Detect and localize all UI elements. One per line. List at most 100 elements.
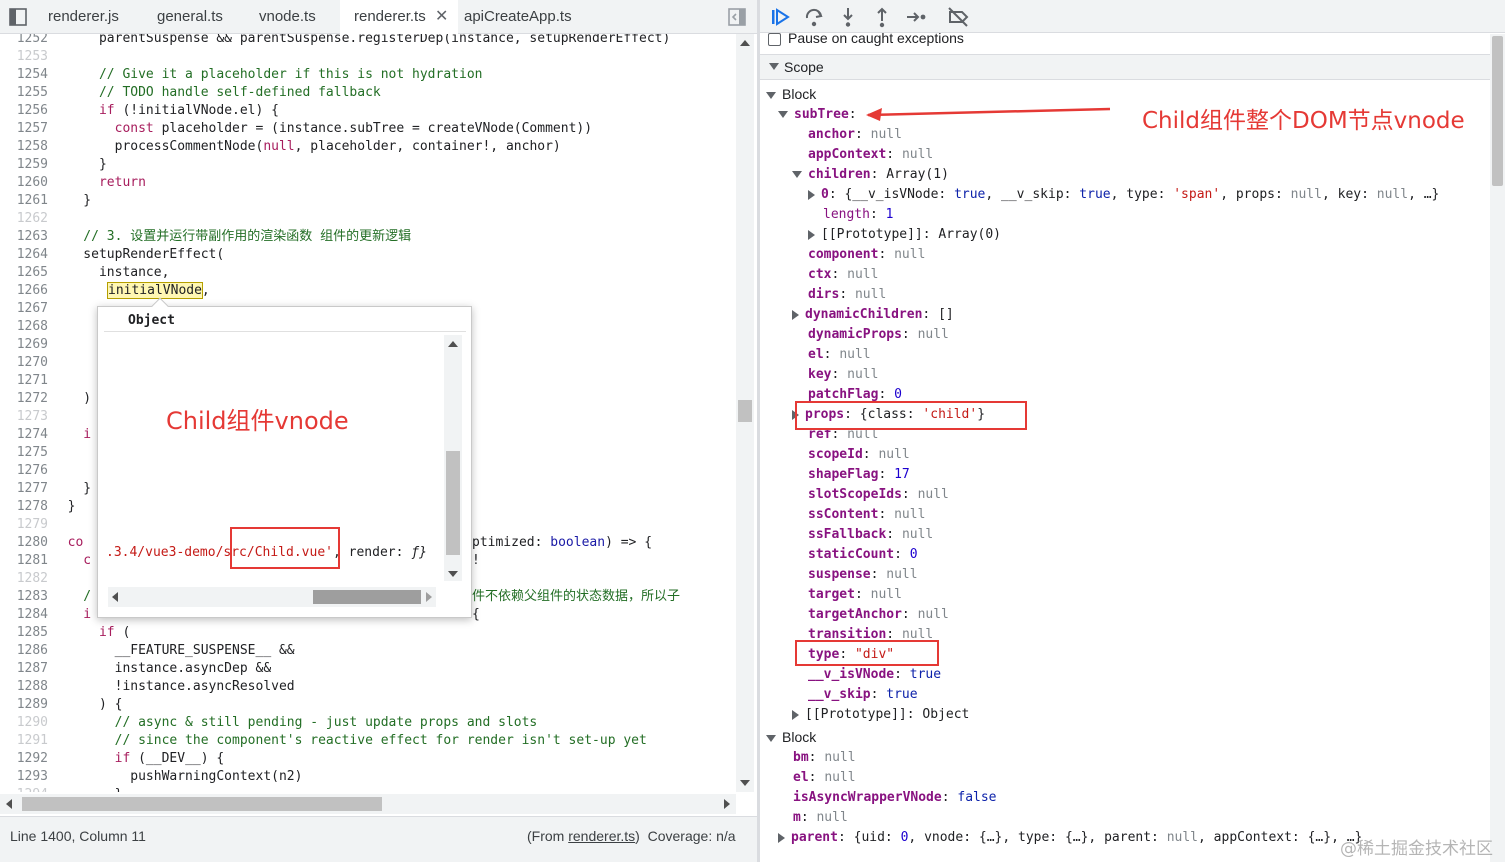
line-number[interactable]: 1257 [0, 120, 48, 138]
prop-dynamic-children[interactable]: dynamicChildren: [] [792, 305, 954, 325]
prop-row[interactable]: scopeId: null [808, 445, 910, 465]
line-number[interactable]: 1258 [0, 138, 48, 156]
prop-row[interactable]: key: null [808, 365, 878, 385]
line-number[interactable]: 1275 [0, 444, 48, 462]
scroll-up-icon[interactable] [740, 40, 750, 46]
deactivate-breakpoints-icon[interactable] [946, 5, 970, 29]
prop-subtree[interactable]: subTree: [778, 105, 857, 125]
hovered-identifier[interactable]: initialVNode [107, 282, 203, 299]
line-number-gutter[interactable]: 1252 1253 1254 1255 1256 1257 1258 1259 1260 1261… [0, 34, 52, 792]
scope-block[interactable]: Block [766, 84, 816, 104]
prop-row[interactable]: el: null [808, 345, 871, 365]
line-number[interactable]: 1252 [0, 34, 48, 48]
scrollbar-thumb[interactable] [1492, 36, 1503, 186]
prop-row[interactable]: ctx: null [808, 265, 878, 285]
prop-row[interactable]: staticCount: 0 [808, 545, 918, 565]
line-number[interactable]: 1253 [0, 48, 48, 66]
prop-prototype[interactable]: [[Prototype]]: Object [792, 705, 969, 725]
scope-section-header[interactable]: Scope [760, 54, 1505, 80]
line-number[interactable]: 1263 [0, 228, 48, 246]
line-number[interactable]: 1290 [0, 714, 48, 732]
line-number[interactable]: 1278 [0, 498, 48, 516]
scroll-right-icon[interactable] [724, 799, 730, 809]
collapse-debugger-icon[interactable] [727, 7, 747, 27]
prop-child-0[interactable]: 0: {__v_isVNode: true, __v_skip: true, t… [808, 185, 1439, 205]
prop-row[interactable]: el: null [793, 768, 856, 788]
navigator-toggle-icon[interactable] [8, 7, 28, 27]
step-icon[interactable] [904, 5, 928, 29]
line-number[interactable]: 1269 [0, 336, 48, 354]
prop-row[interactable]: suspense: null [808, 565, 918, 585]
prop-row[interactable]: length: 1 [823, 205, 893, 225]
scrollbar-thumb[interactable] [22, 797, 382, 811]
line-number[interactable]: 1266 [0, 282, 48, 300]
line-number[interactable]: 1284 [0, 606, 48, 624]
line-number[interactable]: 1256 [0, 102, 48, 120]
scrollbar-thumb[interactable] [313, 590, 421, 604]
tab-apicreateapp-ts[interactable]: apiCreateApp.ts [464, 0, 572, 34]
line-number[interactable]: 1264 [0, 246, 48, 264]
scroll-down-icon[interactable] [740, 780, 750, 786]
prop-row[interactable]: target: null [808, 585, 902, 605]
line-number[interactable]: 1274 [0, 426, 48, 444]
prop-parent[interactable]: parent: {uid: 0, vnode: {…}, type: {…}, … [778, 828, 1362, 848]
scroll-up-icon[interactable] [448, 341, 458, 347]
prop-row[interactable]: ssFallback: null [808, 525, 933, 545]
prop-row[interactable]: m: null [793, 808, 848, 828]
line-number[interactable]: 1294 [0, 786, 48, 792]
line-number[interactable]: 1273 [0, 408, 48, 426]
line-number[interactable]: 1291 [0, 732, 48, 750]
prop-row[interactable]: __v_skip: true [808, 685, 918, 705]
scroll-down-icon[interactable] [448, 571, 458, 577]
pause-on-caught-row[interactable]: Pause on caught exceptions [760, 30, 1505, 52]
line-number[interactable]: 1254 [0, 66, 48, 84]
source-file-link[interactable]: renderer.ts [568, 828, 635, 844]
line-number[interactable]: 1260 [0, 174, 48, 192]
popover-horizontal-scrollbar[interactable] [108, 587, 436, 607]
line-number[interactable]: 1267 [0, 300, 48, 318]
line-number[interactable]: 1265 [0, 264, 48, 282]
line-number[interactable]: 1277 [0, 480, 48, 498]
tab-general-ts[interactable]: general.ts [157, 0, 223, 34]
scope-block[interactable]: Block [766, 727, 816, 747]
tab-close-icon[interactable]: ✕ [435, 0, 448, 34]
prop-row[interactable]: isAsyncWrapperVNode: false [793, 788, 997, 808]
line-number[interactable]: 1272 [0, 390, 48, 408]
pause-on-caught-checkbox[interactable] [768, 33, 781, 46]
line-number[interactable]: 1286 [0, 642, 48, 660]
popover-vertical-scrollbar[interactable] [444, 335, 462, 581]
line-number[interactable]: 1255 [0, 84, 48, 102]
line-number[interactable]: 1283 [0, 588, 48, 606]
line-number[interactable]: 1281 [0, 552, 48, 570]
scope-vertical-scrollbar[interactable] [1490, 34, 1505, 862]
line-number[interactable]: 1261 [0, 192, 48, 210]
tab-renderer-js[interactable]: renderer.js [48, 0, 119, 34]
line-number[interactable]: 1288 [0, 678, 48, 696]
line-number[interactable]: 1280 [0, 534, 48, 552]
prop-prototype[interactable]: [[Prototype]]: Array(0) [808, 225, 1001, 245]
editor-vertical-scrollbar[interactable] [736, 34, 754, 792]
prop-row[interactable]: component: null [808, 245, 925, 265]
resume-icon[interactable] [768, 5, 792, 29]
prop-row[interactable]: targetAnchor: null [808, 605, 949, 625]
line-number[interactable]: 1293 [0, 768, 48, 786]
prop-children[interactable]: children: Array(1) [792, 165, 949, 185]
prop-row[interactable]: dynamicProps: null [808, 325, 949, 345]
line-number[interactable]: 1276 [0, 462, 48, 480]
prop-row[interactable]: __v_isVNode: true [808, 665, 941, 685]
scroll-right-icon[interactable] [426, 592, 432, 602]
step-over-icon[interactable] [802, 5, 826, 29]
line-number[interactable]: 1270 [0, 354, 48, 372]
line-number[interactable]: 1279 [0, 516, 48, 534]
editor-horizontal-scrollbar[interactable] [0, 794, 736, 814]
line-number[interactable]: 1292 [0, 750, 48, 768]
step-out-icon[interactable] [870, 5, 894, 29]
object-preview-popover[interactable]: Object Child组件vnode .3.4/vue3-demo/src/C… [97, 297, 472, 618]
tab-vnode-ts[interactable]: vnode.ts [259, 0, 316, 34]
scrollbar-thumb[interactable] [738, 400, 752, 422]
scroll-left-icon[interactable] [112, 592, 118, 602]
line-number[interactable]: 1289 [0, 696, 48, 714]
scroll-left-icon[interactable] [6, 799, 12, 809]
prop-row[interactable]: ssContent: null [808, 505, 925, 525]
line-number[interactable]: 1268 [0, 318, 48, 336]
